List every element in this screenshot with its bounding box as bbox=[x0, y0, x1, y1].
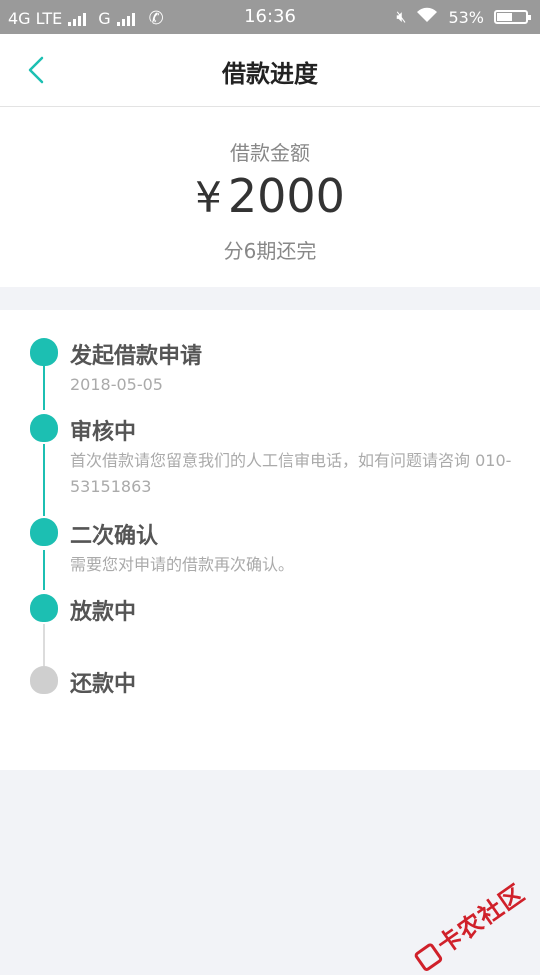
timeline-line bbox=[43, 366, 45, 410]
timeline-line bbox=[43, 550, 45, 590]
battery-icon bbox=[494, 10, 531, 24]
battery-fill bbox=[497, 13, 512, 21]
step-dot bbox=[30, 594, 58, 622]
step-desc: 2018-05-05 bbox=[70, 375, 163, 394]
installments-text: 分6期还完 bbox=[223, 239, 317, 263]
progress-timeline: 发起借款申请 2018-05-05 审核中 首次借款请您留意我们的人工信审电话，… bbox=[0, 310, 540, 770]
step-dot bbox=[30, 666, 58, 694]
currency-symbol: ¥ bbox=[195, 173, 222, 222]
step-dot bbox=[30, 414, 58, 442]
mute-icon: 🔇︎ bbox=[396, 7, 407, 26]
amount-value: 2000 bbox=[227, 169, 345, 223]
step-title: 审核中 bbox=[70, 420, 137, 445]
step-title: 发起借款申请 bbox=[70, 344, 203, 369]
wifi-icon bbox=[416, 7, 438, 27]
nav-bar: 借款进度 bbox=[0, 34, 540, 107]
amount-value-row: ¥2000 bbox=[0, 169, 540, 223]
step-desc: 首次借款请您留意我们的人工信审电话，如有问题请咨询 010-53151863 bbox=[70, 451, 512, 496]
step-title: 还款中 bbox=[70, 672, 137, 697]
battery-percent: 53% bbox=[448, 7, 484, 27]
step-dot bbox=[30, 518, 58, 546]
step-title: 二次确认 bbox=[70, 524, 159, 549]
step-dot bbox=[30, 338, 58, 366]
status-bar: 4G LTE G ✆ 16:36 🔇︎ 53% bbox=[0, 0, 540, 34]
amount-label: 借款金额 bbox=[230, 141, 310, 165]
page-title: 借款进度 bbox=[222, 60, 318, 88]
timeline-line bbox=[43, 444, 45, 516]
status-right: 🔇︎ 53% bbox=[396, 7, 531, 27]
amount-card: 借款金额 ¥2000 分6期还完 bbox=[0, 107, 540, 287]
watermark-text: 卡农社区 bbox=[432, 878, 531, 960]
step-title: 放款中 bbox=[70, 600, 137, 625]
timeline-line bbox=[43, 624, 45, 666]
step-desc: 需要您对申请的借款再次确认。 bbox=[70, 555, 295, 574]
